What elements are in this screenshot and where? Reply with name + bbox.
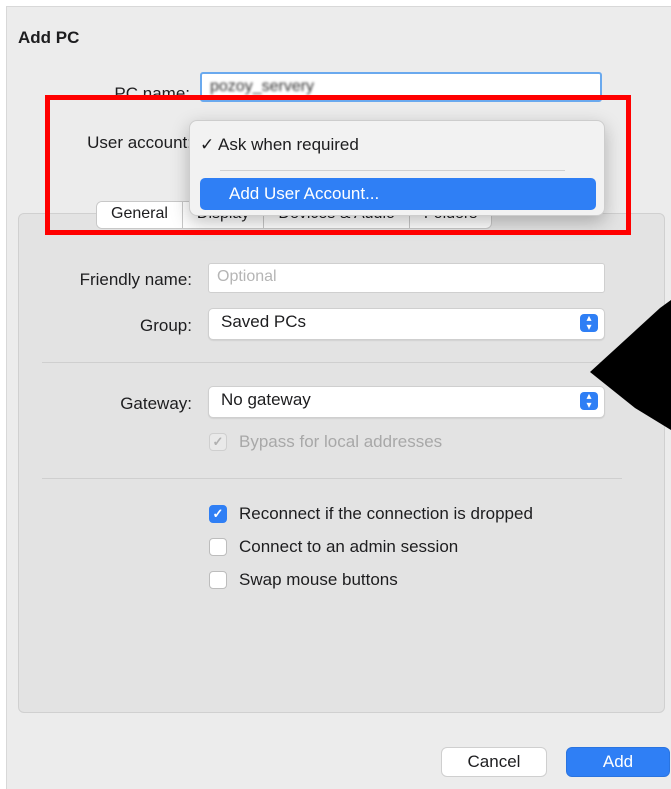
divider	[42, 478, 622, 479]
friendly-name-input[interactable]: Optional	[208, 263, 605, 293]
gateway-value: No gateway	[221, 390, 311, 409]
admin-session-checkbox-row[interactable]: Connect to an admin session	[209, 537, 458, 557]
reconnect-label: Reconnect if the connection is dropped	[239, 504, 533, 523]
divider	[42, 362, 622, 363]
user-account-label: User account:	[87, 133, 192, 152]
annotation-arrow-icon	[590, 300, 671, 430]
friendly-name-label: Friendly name:	[79, 270, 192, 289]
reconnect-checkbox-row[interactable]: ✓ Reconnect if the connection is dropped	[209, 504, 533, 524]
pc-name-input[interactable]: pozoy_servery	[200, 72, 602, 102]
group-select[interactable]: Saved PCs ▴ ▾	[208, 308, 605, 340]
swap-mouse-label: Swap mouse buttons	[239, 570, 398, 589]
add-button[interactable]: Add	[566, 747, 670, 777]
bypass-label: Bypass for local addresses	[239, 432, 443, 451]
pc-name-label: PC name:	[114, 84, 190, 103]
checkbox-icon[interactable]	[209, 571, 227, 589]
checkbox-icon[interactable]	[209, 538, 227, 556]
user-account-dropdown-menu: ✓ Ask when required Add User Account...	[189, 120, 605, 216]
gateway-label: Gateway:	[120, 394, 192, 413]
pc-name-value: pozoy_servery	[210, 78, 315, 95]
cancel-button[interactable]: Cancel	[441, 747, 547, 777]
tab-general[interactable]: General	[97, 202, 183, 228]
checkbox-checked-icon[interactable]: ✓	[209, 505, 227, 523]
checkbox-icon: ✓	[209, 433, 227, 451]
group-label: Group:	[140, 316, 192, 335]
menu-separator	[220, 170, 565, 171]
dialog-title: Add PC	[18, 28, 80, 47]
menu-item-ask-when-required[interactable]: ✓ Ask when required	[200, 129, 596, 161]
gateway-select[interactable]: No gateway ▴ ▾	[208, 386, 605, 418]
menu-item-add-user-account[interactable]: Add User Account...	[200, 178, 596, 210]
bypass-checkbox-row[interactable]: ✓ Bypass for local addresses	[209, 432, 442, 452]
admin-session-label: Connect to an admin session	[239, 537, 459, 556]
group-value: Saved PCs	[221, 312, 307, 331]
swap-mouse-checkbox-row[interactable]: Swap mouse buttons	[209, 570, 398, 590]
